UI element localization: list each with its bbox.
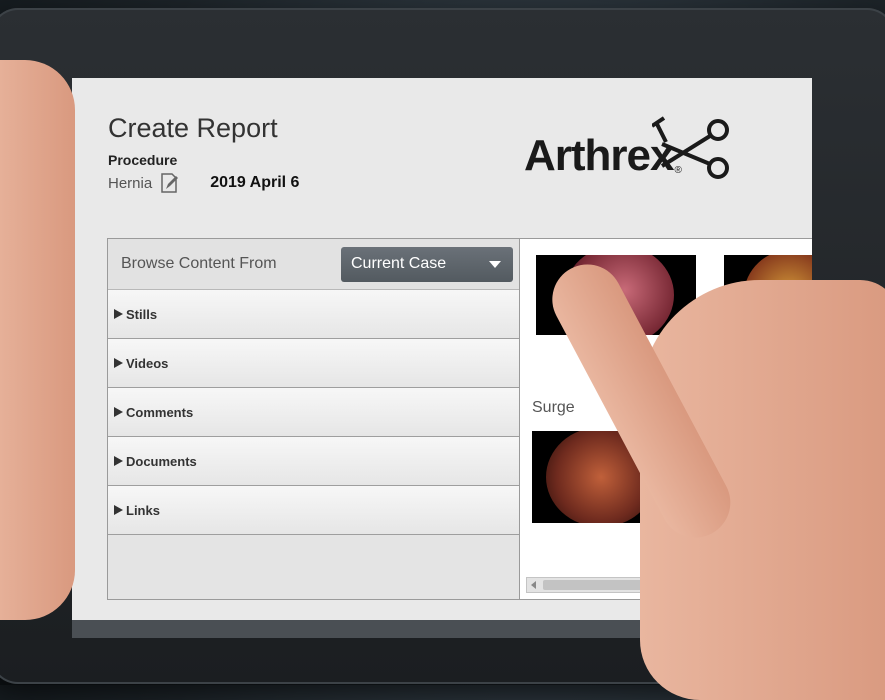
dropdown-value: Current Case [351, 255, 447, 272]
report-header: Create Report Procedure Hernia 2019 Apri… [108, 112, 299, 194]
page-title: Create Report [108, 113, 278, 143]
procedure-date: 2019 April 6 [210, 174, 300, 191]
section-label: Comments [126, 404, 194, 420]
browse-bar: Browse Content From Current Case [108, 239, 519, 290]
section-stills[interactable]: Stills [108, 290, 519, 339]
expand-arrow-icon [114, 358, 123, 368]
section-documents[interactable]: Documents [108, 437, 519, 486]
expand-arrow-icon [114, 309, 123, 319]
section-label: Links [126, 502, 160, 518]
left-hand [0, 60, 75, 620]
edit-icon[interactable] [160, 172, 180, 194]
section-label: Stills [126, 306, 158, 322]
gallery-section-label: Surge [532, 399, 575, 416]
browse-panel: Browse Content From Current Case Stills … [107, 238, 520, 600]
browse-label: Browse Content From [121, 255, 277, 272]
content-source-dropdown[interactable]: Current Case [341, 246, 513, 282]
procedure-label: Procedure [108, 152, 178, 168]
expand-arrow-icon [114, 456, 123, 466]
section-comments[interactable]: Comments [108, 388, 519, 437]
expand-arrow-icon [114, 505, 123, 515]
section-videos[interactable]: Videos [108, 339, 519, 388]
section-links[interactable]: Links [108, 486, 519, 535]
expand-arrow-icon [114, 407, 123, 417]
section-label: Documents [126, 453, 197, 469]
arthrex-logo: Arthrex ® [524, 116, 732, 184]
scissors-icon [651, 116, 729, 179]
section-label: Videos [126, 355, 169, 371]
procedure-row: Hernia 2019 April 6 [108, 172, 299, 194]
chevron-down-icon [489, 260, 501, 268]
scroll-left-icon[interactable] [531, 581, 536, 589]
procedure-name: Hernia [108, 174, 153, 192]
